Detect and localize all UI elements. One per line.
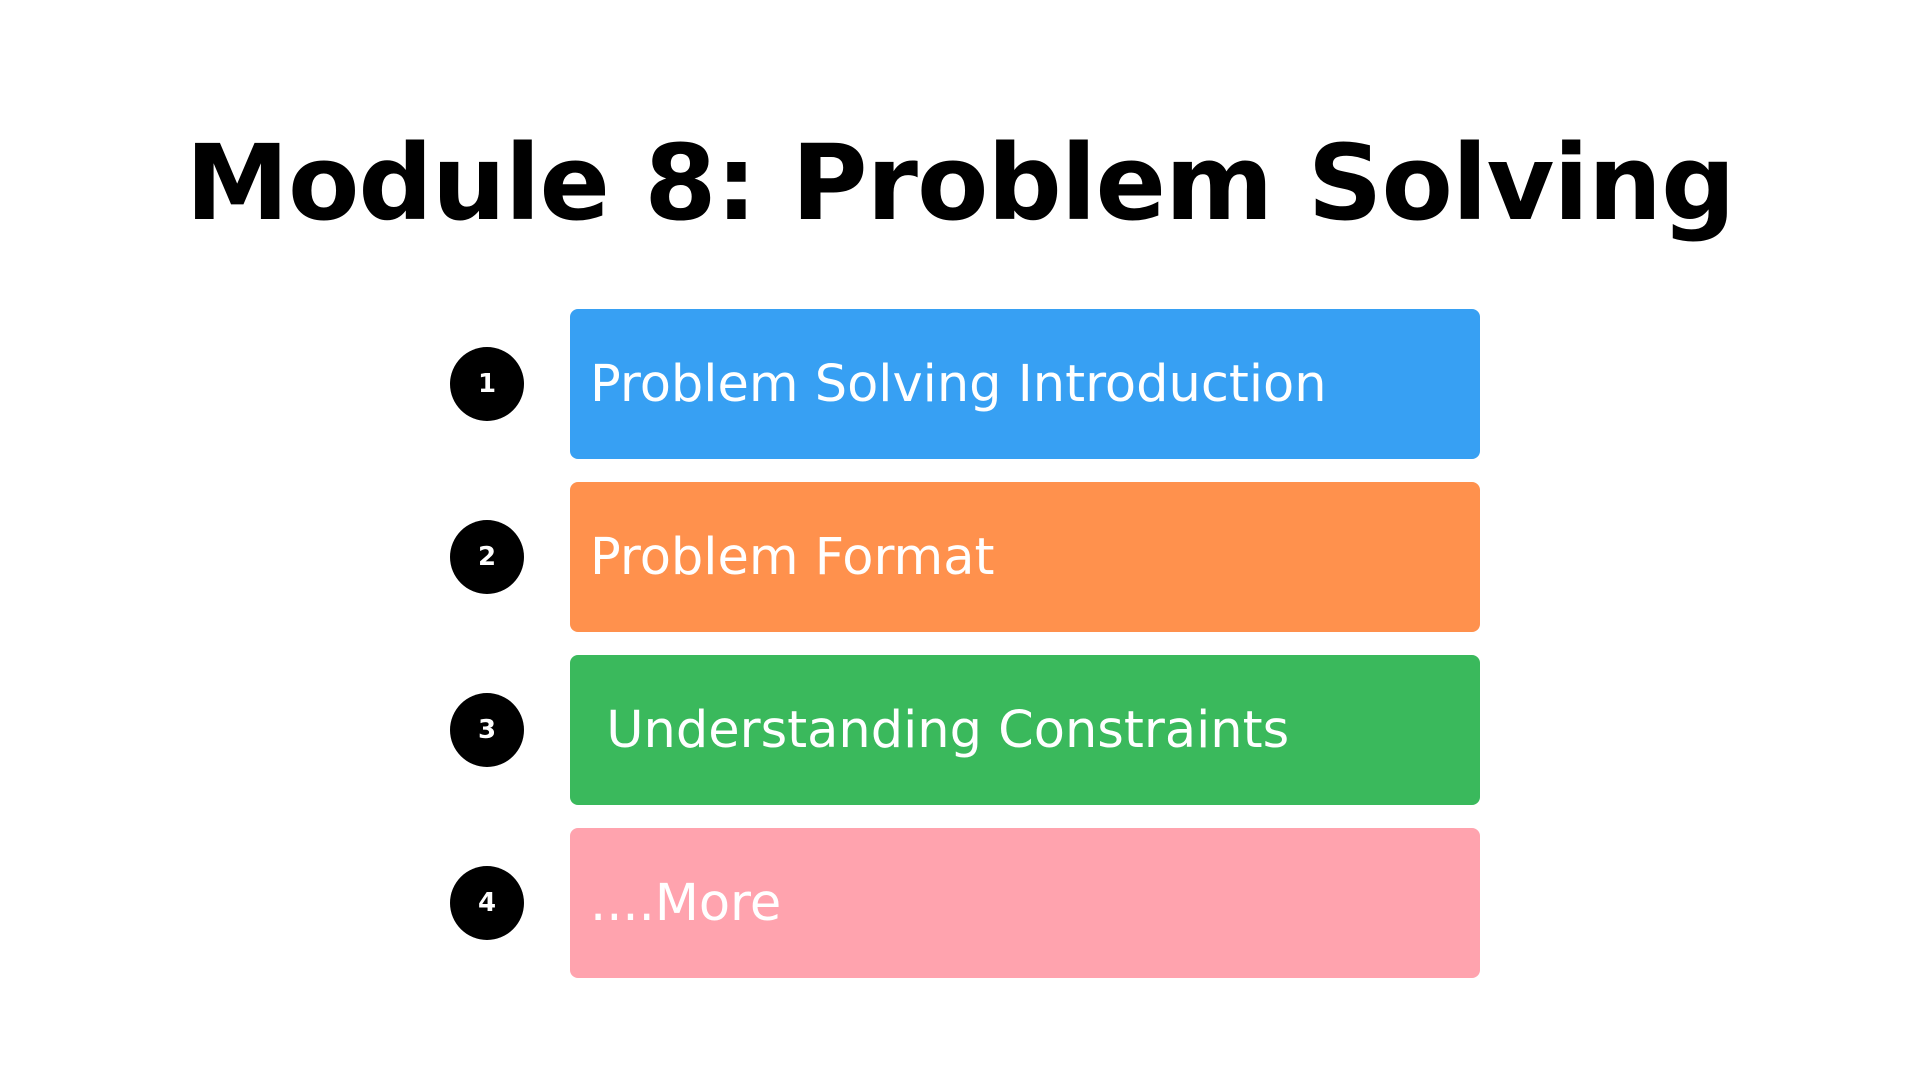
list-item: 1 Problem Solving Introduction <box>0 309 1920 459</box>
topic-list: 1 Problem Solving Introduction 2 Problem… <box>0 0 1920 1080</box>
topic-card-more: ....More <box>570 828 1480 978</box>
number-badge: 1 <box>450 347 524 421</box>
number-badge: 2 <box>450 520 524 594</box>
topic-label: ....More <box>590 873 782 933</box>
topic-label: Understanding Constraints <box>590 700 1290 760</box>
topic-card-constraints: Understanding Constraints <box>570 655 1480 805</box>
number-badge: 3 <box>450 693 524 767</box>
list-item: 4 ....More <box>0 828 1920 978</box>
list-item: 2 Problem Format <box>0 482 1920 632</box>
number-badge: 4 <box>450 866 524 940</box>
topic-card-introduction: Problem Solving Introduction <box>570 309 1480 459</box>
topic-label: Problem Solving Introduction <box>590 354 1327 414</box>
topic-label: Problem Format <box>590 527 995 587</box>
topic-card-format: Problem Format <box>570 482 1480 632</box>
list-item: 3 Understanding Constraints <box>0 655 1920 805</box>
